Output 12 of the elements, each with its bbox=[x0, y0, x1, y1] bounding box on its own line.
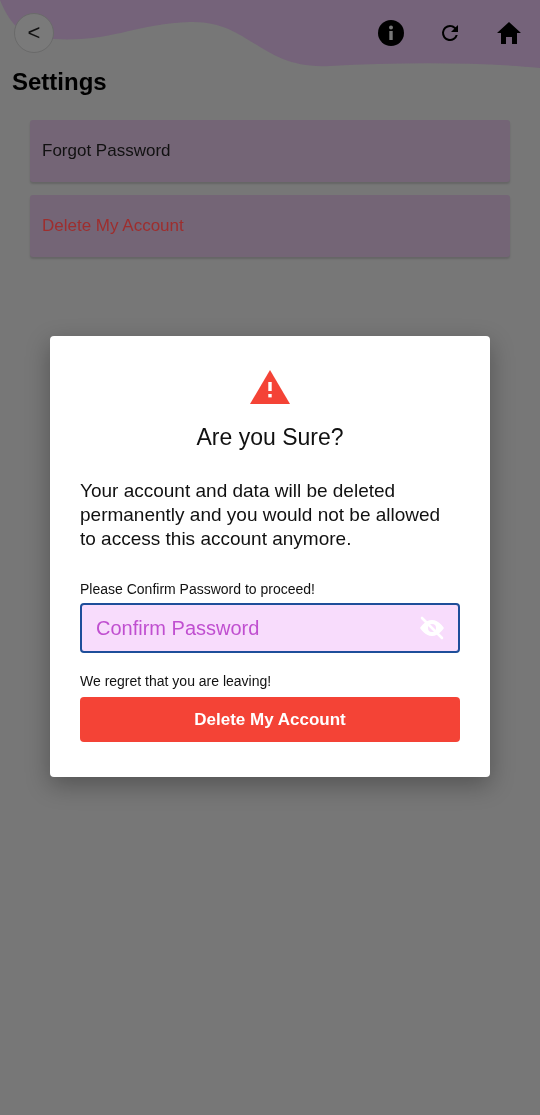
password-field[interactable]: Confirm Password bbox=[80, 603, 460, 653]
home-icon[interactable] bbox=[496, 21, 522, 45]
settings-item[interactable]: Forgot Password bbox=[30, 120, 510, 182]
delete-account-button[interactable]: Delete My Account bbox=[80, 697, 460, 742]
back-button[interactable]: < bbox=[14, 13, 54, 53]
page-title: Settings bbox=[12, 68, 108, 96]
field-label: Please Confirm Password to proceed! bbox=[80, 581, 316, 597]
info-icon[interactable] bbox=[378, 20, 404, 46]
farewell-note: We regret that you are leaving! bbox=[80, 673, 273, 689]
dialog-title: Are you Sure? bbox=[196, 424, 344, 451]
dialog-message: Your account and data will be deleted permanently and you would not be allowed to access this account anymore. bbox=[80, 479, 442, 551]
warning-icon bbox=[250, 370, 290, 404]
